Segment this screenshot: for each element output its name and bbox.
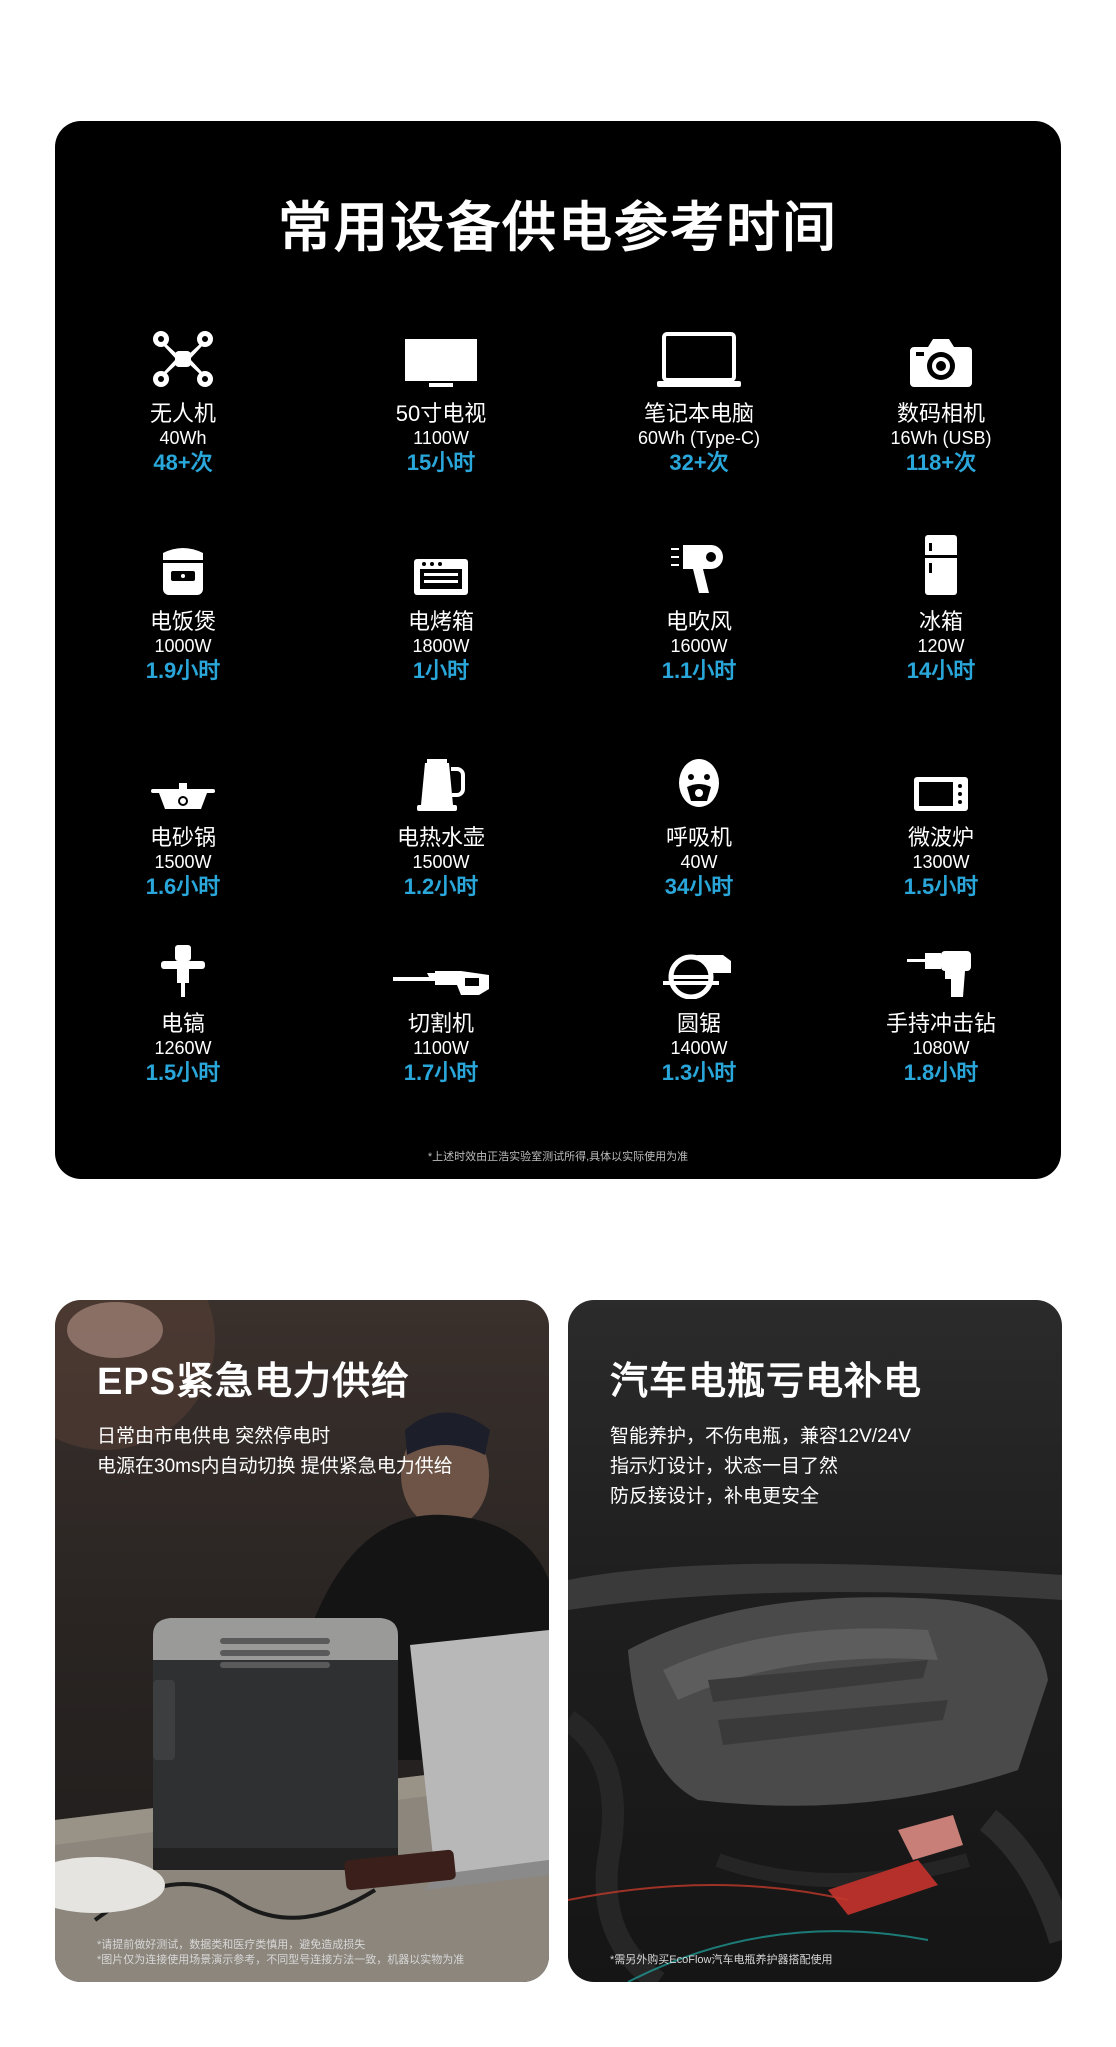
device-spec: 1300W xyxy=(912,852,970,872)
device-spec: 40W xyxy=(680,852,718,872)
device-name: 电饭煲 xyxy=(149,609,216,634)
device-name: 电热水壶 xyxy=(396,825,485,850)
device-card-circular-saw: 圆锯 1400W 1.3小时 xyxy=(589,929,809,1087)
device-runtime: 1.5小时 xyxy=(145,1060,221,1085)
device-spec: 1400W xyxy=(670,1038,728,1058)
device-name: 呼吸机 xyxy=(665,825,732,850)
device-card-hair-dryer: 电吹风 1600W 1.1小时 xyxy=(589,527,809,685)
microwave-icon xyxy=(831,743,1051,813)
car-battery-feature-card: 汽车电瓶亏电补电 智能养护，不伤电瓶，兼容12V/24V 指示灯设计，状态一目了… xyxy=(568,1300,1062,1982)
car-line: 指示灯设计，状态一目了然 xyxy=(610,1456,839,1477)
device-name: 数码相机 xyxy=(896,401,985,426)
device-card-oven: 电烤箱 1800W 1小时 xyxy=(331,527,551,685)
device-name: 笔记本电脑 xyxy=(643,401,754,426)
eps-card-description: 日常由市电供电 突然停电时 电源在30ms内自动切换 提供紧急电力供给 xyxy=(97,1422,453,1482)
device-spec: 1500W xyxy=(412,852,470,872)
drone-icon xyxy=(73,319,293,389)
impact-drill-icon xyxy=(831,929,1051,999)
device-name: 电烤箱 xyxy=(407,609,474,634)
device-runtime: 1.2小时 xyxy=(403,874,479,899)
reciprocating-saw-icon xyxy=(331,929,551,999)
device-spec: 1100W xyxy=(413,428,469,448)
device-runtime: 14小时 xyxy=(906,658,976,683)
device-card-impact-drill: 手持冲击钻 1080W 1.8小时 xyxy=(831,929,1051,1087)
device-name: 电砂锅 xyxy=(149,825,216,850)
rice-cooker-icon xyxy=(73,527,293,597)
device-runtime: 15小时 xyxy=(406,450,476,475)
hair-dryer-icon xyxy=(589,527,809,597)
device-spec: 1500W xyxy=(154,852,212,872)
device-card-electric-pick: 电镐 1260W 1.5小时 xyxy=(73,929,293,1087)
device-runtime: 118+次 xyxy=(905,450,977,475)
device-runtime: 1.8小时 xyxy=(903,1060,979,1085)
device-name: 圆锯 xyxy=(676,1011,721,1036)
car-line: 防反接设计，补电更安全 xyxy=(610,1486,820,1507)
device-runtime: 1.1小时 xyxy=(661,658,737,683)
eps-feature-card: EPS紧急电力供给 日常由市电供电 突然停电时 电源在30ms内自动切换 提供紧… xyxy=(55,1300,549,1982)
eps-line: 电源在30ms内自动切换 提供紧急电力供给 xyxy=(97,1456,453,1477)
device-runtime: 34小时 xyxy=(664,874,734,899)
device-name: 手持冲击钻 xyxy=(885,1011,996,1036)
car-card-title: 汽车电瓶亏电补电 xyxy=(610,1361,923,1403)
device-card-fridge: 冰箱 120W 14小时 xyxy=(831,527,1051,685)
device-runtime: 32+次 xyxy=(669,450,729,475)
device-runtime: 1小时 xyxy=(412,658,470,683)
circular-saw-icon xyxy=(589,929,809,999)
device-name: 电吹风 xyxy=(665,609,732,634)
device-name: 电镐 xyxy=(160,1011,205,1036)
eps-card-footnotes: *请提前做好测试，数据类和医疗类慎用，避免造成损失 *图片仅为连接使用场景演示参… xyxy=(97,1938,464,1968)
device-card-casserole: 电砂锅 1500W 1.6小时 xyxy=(73,743,293,901)
device-spec: 1800W xyxy=(412,636,470,656)
device-name: 50寸电视 xyxy=(395,401,487,426)
oven-icon xyxy=(331,527,551,597)
eps-line: 日常由市电供电 突然停电时 xyxy=(97,1426,331,1447)
device-spec: 1260W xyxy=(154,1038,212,1058)
car-card-description: 智能养护，不伤电瓶，兼容12V/24V 指示灯设计，状态一目了然 防反接设计，补… xyxy=(610,1422,911,1512)
device-card-microwave: 微波炉 1300W 1.5小时 xyxy=(831,743,1051,901)
device-card-drone: 无人机 40Wh 48+次 xyxy=(73,319,293,477)
device-spec: 1600W xyxy=(670,636,728,656)
device-spec: 120W xyxy=(917,636,965,656)
device-runtime: 1.9小时 xyxy=(145,658,221,683)
device-spec: 16Wh (USB) xyxy=(890,428,992,448)
device-card-ventilator: 呼吸机 40W 34小时 xyxy=(589,743,809,901)
eps-footnote: *图片仅为连接使用场景演示参考，不同型号连接方法一致，机器以实物为准 xyxy=(97,1954,465,1966)
device-runtime: 1.5小时 xyxy=(903,874,979,899)
car-card-footnote: *需另外购买EcoFlow汽车电瓶养护器搭配使用 xyxy=(610,1954,833,1966)
device-spec: 1100W xyxy=(413,1038,469,1058)
device-runtime: 1.6小时 xyxy=(145,874,221,899)
electric-pick-icon xyxy=(73,929,293,999)
device-name: 切割机 xyxy=(407,1011,474,1036)
device-runtime: 1.7小时 xyxy=(403,1060,479,1085)
test-disclaimer: *上述时效由正浩实验室测试所得,具体以实际使用为准 xyxy=(427,1151,689,1163)
kettle-icon xyxy=(331,743,551,813)
fridge-icon xyxy=(831,527,1051,597)
tv-icon xyxy=(331,319,551,389)
device-spec: 1000W xyxy=(154,636,212,656)
device-spec: 60Wh (Type-C) xyxy=(637,428,761,448)
device-card-camera: 数码相机 16Wh (USB) 118+次 xyxy=(831,319,1051,477)
eps-card-title: EPS紧急电力供给 xyxy=(97,1361,411,1403)
device-spec: 40Wh xyxy=(159,428,207,448)
eps-footnote: *请提前做好测试，数据类和医疗类慎用，避免造成损失 xyxy=(97,1939,366,1951)
laptop-icon xyxy=(589,319,809,389)
ventilator-icon xyxy=(589,743,809,813)
device-card-reciprocating-saw: 切割机 1100W 1.7小时 xyxy=(331,929,551,1087)
device-card-rice-cooker: 电饭煲 1000W 1.9小时 xyxy=(73,527,293,685)
device-grid: 无人机 40Wh 48+次 50寸电视 1100W 15小时 笔记本电脑 60W… xyxy=(55,121,1061,1179)
device-runtime: 1.3小时 xyxy=(661,1060,737,1085)
device-name: 冰箱 xyxy=(918,609,963,634)
casserole-icon xyxy=(73,743,293,813)
camera-icon xyxy=(831,319,1051,389)
device-runtime: 48+次 xyxy=(153,450,213,475)
device-spec: 1080W xyxy=(912,1038,970,1058)
device-card-tv: 50寸电视 1100W 15小时 xyxy=(331,319,551,477)
device-card-kettle: 电热水壶 1500W 1.2小时 xyxy=(331,743,551,901)
device-card-laptop: 笔记本电脑 60Wh (Type-C) 32+次 xyxy=(589,319,809,477)
runtime-reference-panel: 常用设备供电参考时间 无人机 40Wh 48+次 50寸电视 1100W 15小 xyxy=(55,121,1061,1179)
car-line: 智能养护，不伤电瓶，兼容12V/24V xyxy=(610,1426,911,1447)
device-name: 无人机 xyxy=(149,401,216,426)
device-name: 微波炉 xyxy=(907,825,974,850)
